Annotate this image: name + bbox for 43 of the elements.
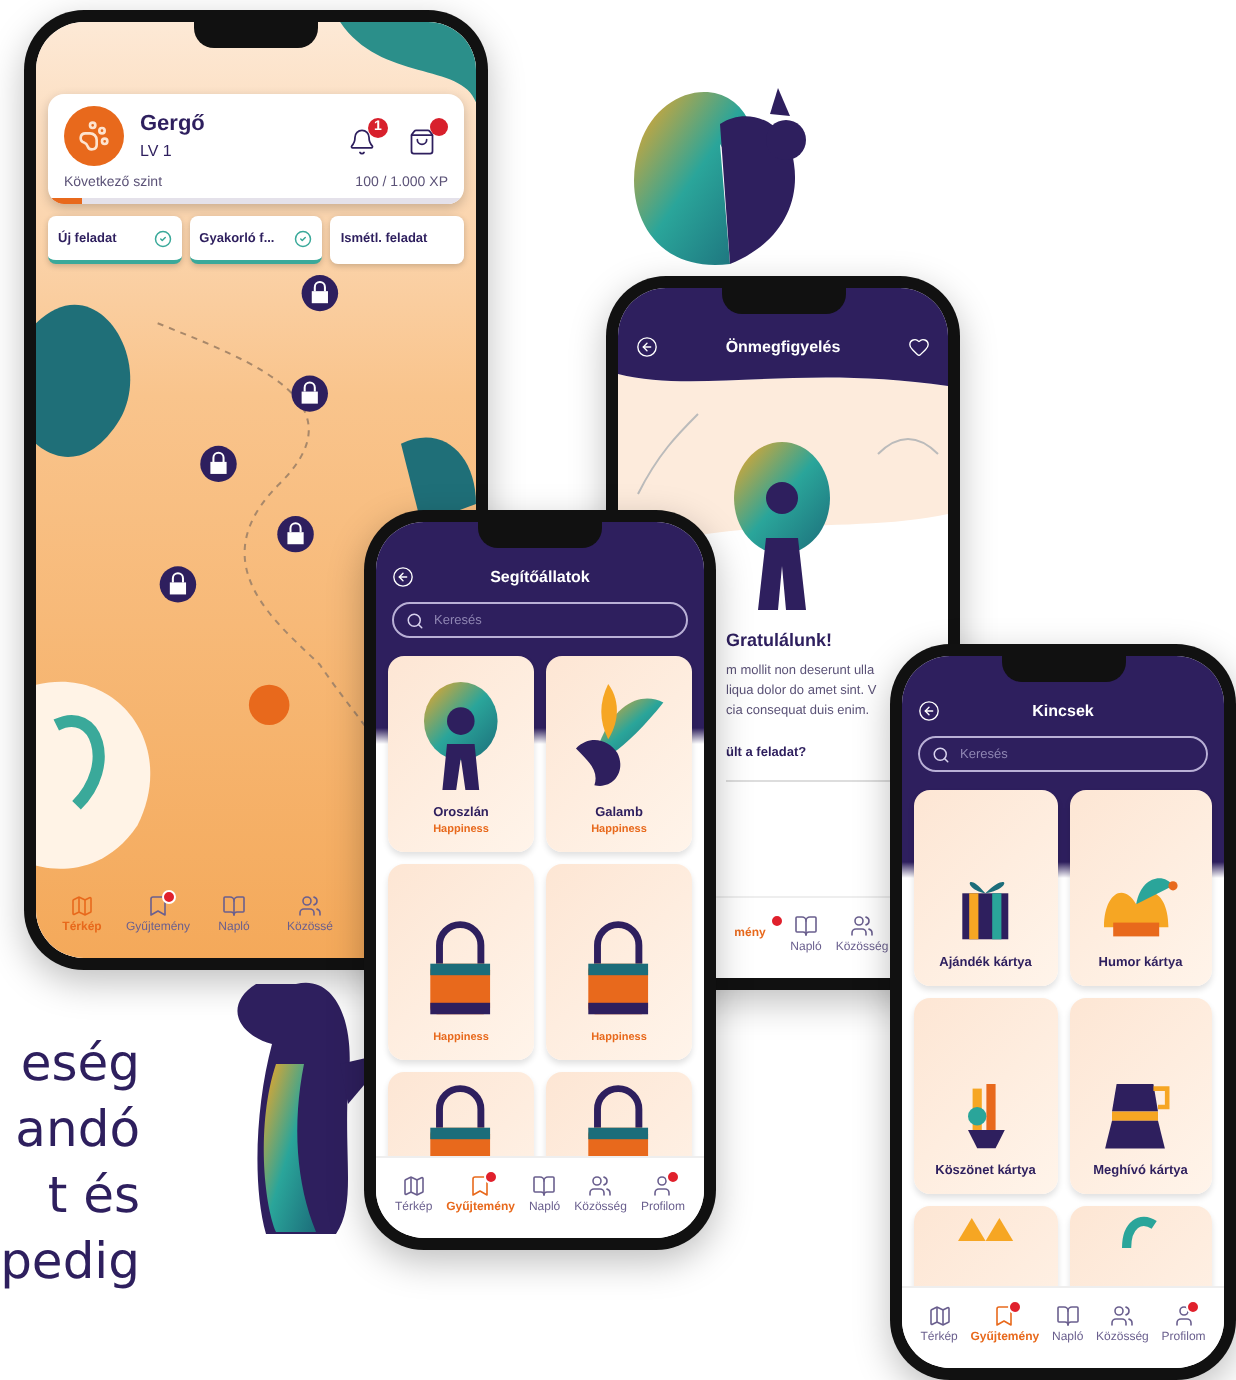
book-icon	[222, 894, 246, 918]
intro-paragraph: eség andó t és pedig	[0, 1032, 140, 1294]
user-icon	[650, 1174, 675, 1198]
search-icon	[406, 612, 424, 630]
people-icon	[588, 1174, 613, 1198]
people-icon	[298, 894, 322, 918]
map-icon	[401, 1174, 426, 1198]
congratulations-heading: Gratulálunk!	[726, 630, 835, 650]
map-icon	[927, 1304, 952, 1328]
check-icon	[294, 229, 313, 247]
bouquet-drawing	[967, 1083, 1004, 1148]
leaf-drawing	[1122, 1218, 1159, 1251]
user-icon	[1171, 1304, 1196, 1328]
map-icon	[70, 894, 94, 918]
back-button[interactable]	[392, 566, 414, 588]
back-button[interactable]	[636, 336, 658, 358]
search-icon	[932, 746, 950, 764]
phone-notch	[194, 22, 318, 48]
phone-notch	[1001, 656, 1125, 682]
people-icon	[1110, 1304, 1135, 1328]
phone-notch	[721, 288, 845, 314]
bird-drawing	[575, 684, 663, 790]
screen-title: Segítőállatok	[490, 568, 590, 586]
padlock-drawing	[428, 919, 494, 1016]
back-button[interactable]	[918, 700, 940, 722]
heart-button[interactable]	[907, 336, 930, 358]
user-level: LV 1	[140, 142, 174, 160]
paw-icon	[78, 120, 110, 152]
book-icon	[532, 1174, 557, 1198]
bookmark-icon	[468, 1174, 493, 1198]
phone-notch	[478, 522, 602, 548]
people-icon	[850, 914, 874, 938]
user-name: Gergő	[140, 112, 207, 136]
check-icon	[153, 229, 172, 247]
book-icon	[1055, 1304, 1080, 1328]
bookmark-icon	[146, 894, 170, 918]
padlock-drawing	[586, 919, 652, 1016]
shopping-bag-button[interactable]	[408, 117, 448, 155]
screen-title: Kincsek	[1032, 702, 1094, 720]
bookmark-icon	[992, 1304, 1017, 1328]
screen-title: Önmegfigyelés	[725, 338, 841, 356]
lion-drawing	[424, 681, 498, 790]
book-icon	[794, 914, 818, 938]
